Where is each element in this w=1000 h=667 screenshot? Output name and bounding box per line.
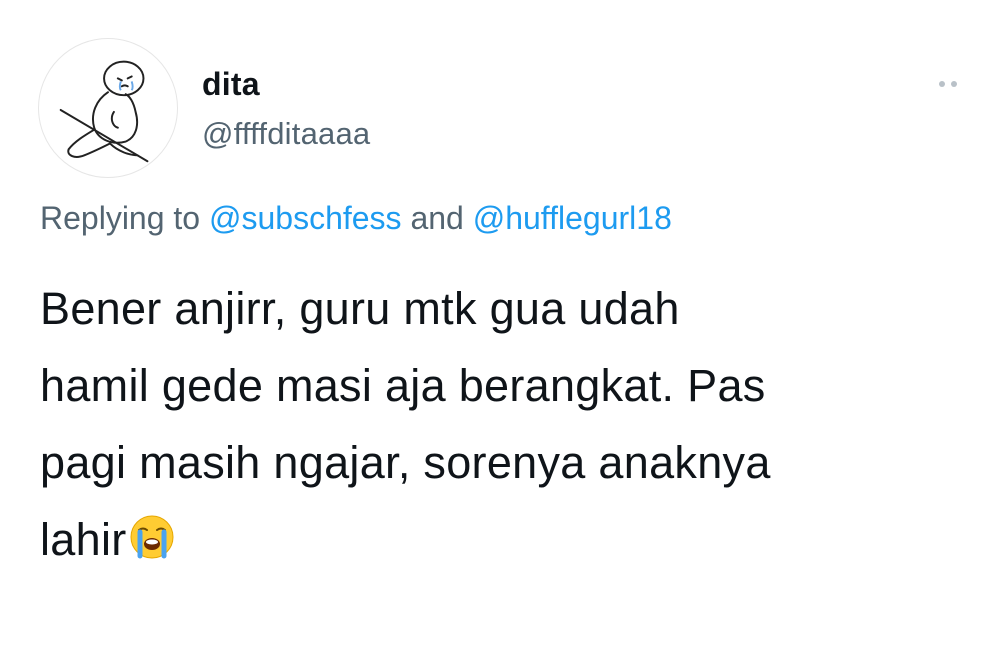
user-handle[interactable]: @ffffditaaaa [202,116,370,152]
tweet-line: pagi masih ngajar, sorenya anaknya [40,437,771,488]
mention-link-subschfess[interactable]: @subschfess [209,200,402,236]
loudly-crying-face-emoji-icon [129,514,175,560]
more-options-icon[interactable] [928,70,968,98]
reply-joiner: and [401,200,473,236]
tweet-text: Bener anjirr, guru mtk gua udah hamil ge… [40,270,970,578]
reply-context: Replying to @subschfess and @hufflegurl1… [40,200,672,237]
more-dot [939,81,945,87]
avatar[interactable] [38,38,178,178]
tweet-line: Bener anjirr, guru mtk gua udah [40,283,680,334]
reply-prefix: Replying to [40,200,209,236]
tweet-card: dita @ffffditaaaa Replying to @subschfes… [0,0,1000,667]
tweet-line: hamil gede masi aja berangkat. Pas [40,360,766,411]
more-dot [951,81,957,87]
mention-link-hufflegurl18[interactable]: @hufflegurl18 [473,200,672,236]
display-name[interactable]: dita [202,66,260,103]
tweet-line-last: lahir [40,501,970,578]
crying-doodle-icon [59,60,149,163]
tweet-line: lahir [40,514,127,565]
